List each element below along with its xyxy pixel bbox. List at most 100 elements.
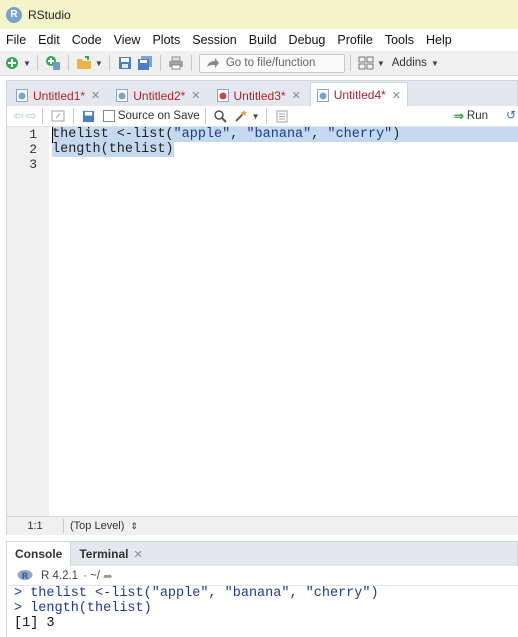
new-file-icon[interactable] — [4, 55, 20, 71]
close-icon[interactable]: ✕ — [133, 548, 142, 561]
toolbar-divider — [159, 55, 161, 71]
print-icon[interactable] — [168, 55, 184, 71]
chevron-down-icon[interactable]: ▼ — [23, 59, 31, 68]
r-script-icon — [16, 89, 28, 102]
working-directory[interactable]: · ~/ — [83, 570, 100, 582]
tab-label: Untitled2* — [133, 88, 186, 103]
close-icon[interactable]: ✕ — [91, 89, 100, 102]
tab-label: Untitled1* — [33, 88, 86, 103]
toolbar-divider — [72, 108, 74, 124]
editor-status-bar: 1:1 (Top Level) ⇕ — [6, 516, 518, 535]
text-cursor — [52, 127, 53, 143]
r-script-icon — [116, 89, 129, 102]
toolbar-divider — [67, 55, 69, 71]
tab-terminal[interactable]: Terminal ✕ — [71, 542, 150, 566]
r-markdown-icon — [216, 89, 229, 102]
forward-arrow-icon[interactable]: ⇨ — [26, 108, 37, 124]
tab-untitled2[interactable]: Untitled2* ✕ — [109, 83, 207, 107]
r-script-icon — [316, 88, 329, 102]
chevron-down-icon[interactable]: ▼ — [431, 59, 439, 68]
string-literal: "apple" — [173, 127, 231, 142]
code-text: thelist <-list("apple", "banana", "cherr… — [52, 127, 401, 142]
chevron-down-icon[interactable]: ▼ — [252, 112, 260, 121]
magic-wand-icon[interactable] — [233, 108, 249, 124]
rerun-icon[interactable]: ↺ — [506, 108, 516, 122]
line-number: 1 — [29, 127, 37, 142]
menu-edit[interactable]: Edit — [32, 33, 66, 47]
tab-untitled4[interactable]: Untitled4* ✕ — [309, 82, 408, 107]
menu-profile[interactable]: Profile — [331, 33, 378, 47]
menu-code[interactable]: Code — [66, 33, 108, 47]
console-output[interactable]: > thelist <-list("apple", "banana", "che… — [6, 586, 518, 637]
scope-label: (Top Level) — [70, 520, 125, 532]
status-divider — [63, 519, 64, 533]
line-number: 3 — [29, 157, 37, 172]
run-button[interactable]: ⇒ Run — [454, 109, 488, 123]
toolbar-divider — [265, 108, 267, 124]
menu-help[interactable]: Help — [420, 33, 458, 47]
menu-view[interactable]: View — [108, 33, 147, 47]
scope-selector[interactable]: (Top Level) ⇕ — [70, 520, 138, 532]
console-line: > thelist <-list("apple", "banana", "che… — [14, 586, 379, 601]
new-project-icon[interactable] — [45, 55, 61, 71]
compile-report-icon[interactable] — [274, 108, 290, 124]
r-version: R 4.2.1 — [41, 569, 79, 582]
toolbar-divider — [108, 55, 110, 71]
close-icon[interactable]: ✕ — [292, 89, 301, 102]
cursor-position: 1:1 — [27, 520, 43, 532]
string-literal: "cherry" — [327, 127, 393, 142]
open-folder-icon[interactable] — [76, 55, 92, 71]
go-to-arrow-icon — [206, 58, 219, 68]
title-bar: R RStudio — [0, 0, 518, 29]
menu-plots[interactable]: Plots — [146, 33, 186, 47]
menu-tools[interactable]: Tools — [379, 33, 420, 47]
search-icon[interactable] — [213, 108, 229, 124]
tab-console[interactable]: Console — [7, 542, 72, 566]
go-to-file-placeholder: Go to file/function — [225, 57, 316, 69]
close-icon[interactable]: ✕ — [191, 89, 200, 102]
code-line-1[interactable]: thelist <-list("apple", "banana", "cherr… — [52, 127, 518, 142]
string-literal: "banana" — [246, 127, 312, 142]
menu-session[interactable]: Session — [186, 33, 242, 47]
line-number: 2 — [29, 142, 37, 157]
toolbar-divider — [41, 108, 43, 124]
updown-chevron-icon: ⇕ — [130, 521, 139, 531]
console-line: > length(thelist) — [14, 601, 152, 616]
svg-text:R: R — [22, 572, 29, 582]
source-on-save-checkbox[interactable] — [102, 110, 115, 122]
back-arrow-icon[interactable]: ⇦ — [13, 108, 24, 124]
code-editor[interactable]: 1 2 3 thelist <-list("apple", "banana", … — [6, 127, 518, 516]
save-all-icon[interactable] — [137, 55, 153, 71]
r-logo-icon: R — [17, 570, 33, 582]
tab-untitled3[interactable]: Untitled3* ✕ — [210, 83, 308, 107]
menu-file[interactable]: File — [0, 33, 32, 47]
show-in-window-icon[interactable] — [50, 108, 66, 124]
tab-untitled1[interactable]: Untitled1* ✕ — [9, 83, 107, 107]
source-on-save-label: Source on Save — [117, 110, 200, 122]
go-to-directory-icon[interactable]: ➦ — [103, 569, 113, 583]
chevron-down-icon[interactable]: ▼ — [377, 59, 385, 68]
tab-label: Untitled3* — [233, 88, 286, 103]
console-line: [1] 3 — [14, 616, 55, 631]
menu-debug[interactable]: Debug — [283, 33, 332, 47]
save-icon[interactable] — [81, 108, 97, 124]
code-text: length(thelist) — [52, 142, 174, 157]
save-icon[interactable] — [117, 55, 133, 71]
menu-build[interactable]: Build — [243, 33, 283, 47]
console-tab-strip: Console Terminal ✕ — [6, 541, 518, 566]
grid-layout-icon[interactable] — [358, 55, 374, 71]
toolbar-divider — [36, 55, 38, 71]
code-line-2[interactable]: length(thelist) — [52, 142, 174, 157]
main-toolbar: ▼ ▼ Go to file/function ▼ Addins ▼ — [0, 51, 518, 76]
go-to-file-input[interactable]: Go to file/function — [198, 53, 345, 73]
tab-label: Untitled4* — [333, 88, 386, 102]
window-title: RStudio — [28, 7, 71, 22]
close-icon[interactable]: ✕ — [392, 89, 401, 102]
run-arrow-icon: ⇒ — [453, 109, 464, 123]
run-label: Run — [466, 110, 488, 122]
menu-bar: File Edit Code View Plots Session Build … — [0, 29, 518, 51]
tab-label: Terminal — [79, 547, 129, 561]
addins-menu[interactable]: Addins — [392, 57, 427, 69]
chevron-down-icon[interactable]: ▼ — [95, 59, 103, 68]
toolbar-divider — [190, 55, 192, 71]
